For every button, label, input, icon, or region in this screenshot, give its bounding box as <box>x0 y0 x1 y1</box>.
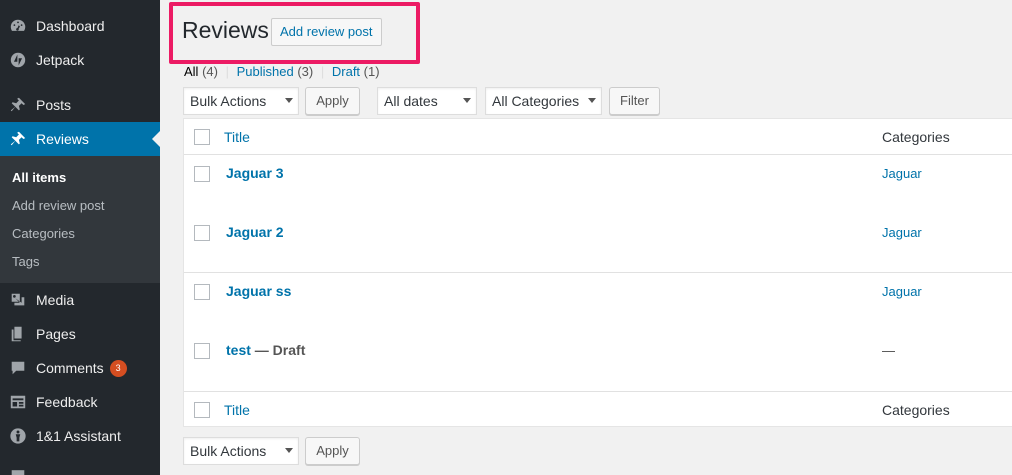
row-title-text[interactable]: Jaguar 3 <box>226 165 284 181</box>
row-category-link[interactable]: Jaguar <box>882 284 922 299</box>
submenu-item-categories[interactable]: Categories <box>12 226 75 241</box>
submenu-item-tags[interactable]: Tags <box>12 254 39 269</box>
bulk-actions-select-bottom[interactable]: Bulk Actions <box>183 437 299 465</box>
comment-count-badge: 3 <box>109 359 127 377</box>
menu-icon <box>8 462 28 475</box>
pin-icon <box>8 95 28 115</box>
row-category-link[interactable]: Jaguar <box>882 225 922 240</box>
menu-label: Comments <box>36 360 104 376</box>
menu-item-dashboard[interactable]: Dashboard <box>0 9 160 43</box>
status-filter-links: All (4) | Published (3) | Draft (1) <box>184 64 380 79</box>
menu-label: 1&1 Assistant <box>36 428 121 444</box>
menu-item-feedback[interactable]: Feedback <box>0 385 160 419</box>
table-row: Jaguar 3 Jaguar <box>184 155 1012 213</box>
feedback-icon <box>8 392 28 412</box>
row-title-link[interactable]: Jaguar ss <box>226 283 291 299</box>
column-footer-categories: Categories <box>882 402 950 418</box>
reviews-table: Title Categories Jaguar 3 Jaguar Jaguar … <box>183 118 1012 427</box>
dates-filter-select[interactable]: All dates <box>377 87 477 115</box>
column-header-categories: Categories <box>882 129 950 145</box>
reviews-submenu: All items Add review post Categories Tag… <box>0 156 160 283</box>
row-title-link[interactable]: Jaguar 3 <box>226 165 284 181</box>
menu-label: Media <box>36 292 75 308</box>
apply-button-bottom[interactable]: Apply <box>305 437 360 465</box>
row-category-empty: — <box>882 343 895 358</box>
jetpack-icon <box>8 50 28 70</box>
pages-icon <box>8 324 28 344</box>
menu-item-posts[interactable]: Posts <box>0 88 160 122</box>
column-footer-title[interactable]: Title <box>224 402 250 418</box>
menu-item-jetpack[interactable]: Jetpack <box>0 43 160 77</box>
status-published-link[interactable]: Published <box>237 64 294 79</box>
comment-icon <box>8 358 28 378</box>
status-draft-link[interactable]: Draft <box>332 64 360 79</box>
admin-sidebar: Dashboard Jetpack Posts Reviews All item… <box>0 0 160 475</box>
apply-button-top[interactable]: Apply <box>305 87 360 115</box>
table-footer-row: Title Categories <box>184 392 1012 427</box>
bulk-actions-value: Bulk Actions <box>190 443 267 459</box>
pin-icon <box>8 129 28 149</box>
menu-item-assistant[interactable]: 1&1 Assistant <box>0 419 160 453</box>
table-row: Jaguar ss Jaguar <box>184 273 1012 331</box>
menu-item-media[interactable]: Media <box>0 283 160 317</box>
separator: | <box>225 64 229 79</box>
menu-label: Pages <box>36 326 76 342</box>
menu-label: Jetpack <box>36 52 85 68</box>
table-header-row: Title Categories <box>184 119 1012 154</box>
add-review-post-button[interactable]: Add review post <box>271 18 382 46</box>
page-title: Reviews <box>182 17 269 43</box>
submenu-item-all-items[interactable]: All items <box>12 170 66 185</box>
menu-label: Reviews <box>36 131 89 147</box>
status-all-count: (4) <box>202 64 218 79</box>
menu-item-comments[interactable]: Comments 3 <box>0 351 160 385</box>
menu-label: Posts <box>36 97 72 113</box>
row-state: — Draft <box>250 342 306 358</box>
table-row: Jaguar 2 Jaguar <box>184 214 1012 272</box>
chevron-down-icon <box>588 98 596 103</box>
row-checkbox[interactable] <box>194 284 210 300</box>
dashboard-icon <box>8 16 28 36</box>
categories-filter-select[interactable]: All Categories <box>485 87 602 115</box>
row-title-text[interactable]: test <box>226 342 251 358</box>
row-checkbox[interactable] <box>194 343 210 359</box>
submenu-item-add-review-post[interactable]: Add review post <box>12 198 105 213</box>
chevron-down-icon <box>285 448 293 453</box>
row-title-link[interactable]: test — Draft <box>226 342 305 358</box>
row-checkbox[interactable] <box>194 225 210 241</box>
select-all-checkbox[interactable] <box>194 129 210 145</box>
status-all-link[interactable]: All <box>184 64 198 79</box>
filter-button[interactable]: Filter <box>609 87 660 115</box>
assistant-icon <box>8 426 28 446</box>
row-category-link[interactable]: Jaguar <box>882 166 922 181</box>
row-title-text[interactable]: Jaguar 2 <box>226 224 284 240</box>
categories-filter-value: All Categories <box>492 93 580 109</box>
menu-label: Dashboard <box>36 18 105 34</box>
status-published-count: (3) <box>297 64 314 79</box>
menu-item-reviews[interactable]: Reviews <box>0 122 160 156</box>
bulk-actions-select-top[interactable]: Bulk Actions <box>183 87 299 115</box>
status-draft-count: (1) <box>363 64 380 79</box>
menu-item-pages[interactable]: Pages <box>0 317 160 351</box>
column-header-title[interactable]: Title <box>224 129 250 145</box>
row-title-text[interactable]: Jaguar ss <box>226 283 291 299</box>
bulk-actions-value: Bulk Actions <box>190 93 267 109</box>
separator: | <box>320 64 325 79</box>
chevron-down-icon <box>285 98 293 103</box>
menu-label: Feedback <box>36 394 98 410</box>
row-checkbox[interactable] <box>194 166 210 182</box>
menu-item-more[interactable] <box>0 455 160 475</box>
chevron-down-icon <box>463 98 471 103</box>
select-all-checkbox-bottom[interactable] <box>194 402 210 418</box>
table-row: test — Draft — <box>184 332 1012 390</box>
dates-filter-value: All dates <box>384 93 438 109</box>
media-icon <box>8 290 28 310</box>
row-title-link[interactable]: Jaguar 2 <box>226 224 284 240</box>
